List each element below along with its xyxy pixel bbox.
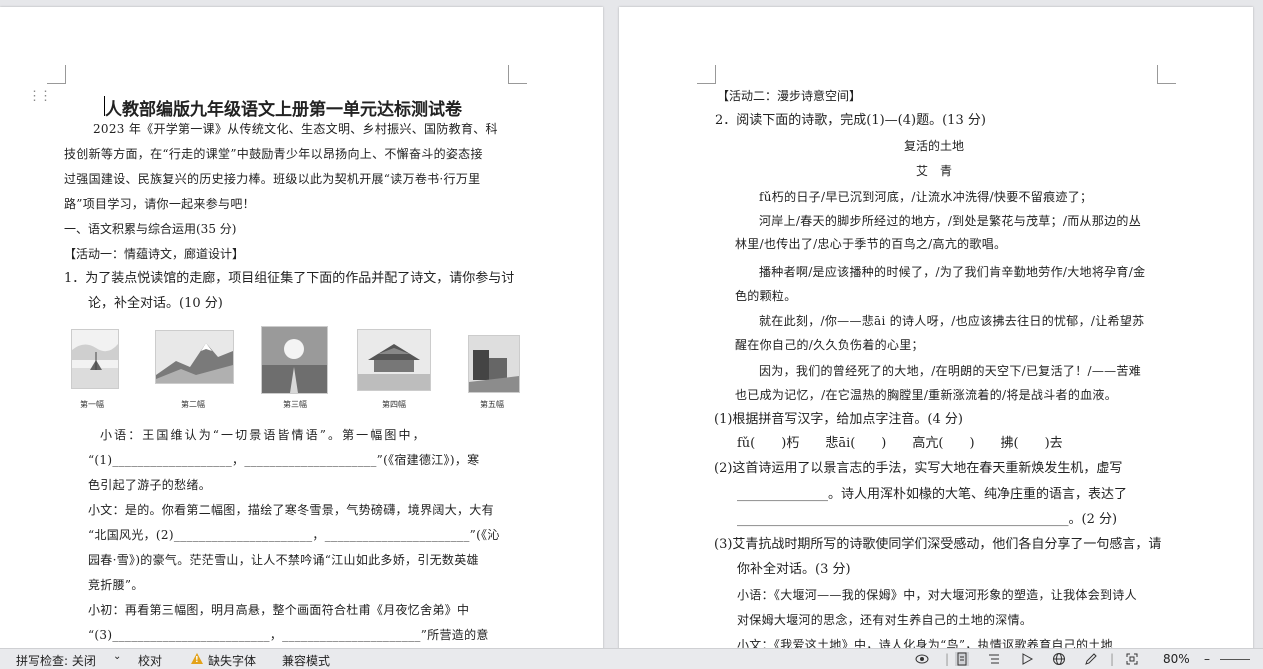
question-2: 2．阅读下面的诗歌，完成(1)—(4)题。(13 分) — [715, 113, 986, 128]
image-caption: 第三幅 — [283, 400, 307, 409]
document-workspace[interactable]: ⋮⋮ 人教部编版九年级语文上册第一单元达标测试卷 2023 年《开学第一课》从传… — [0, 0, 1263, 648]
section-heading: 一、语文积累与综合运用(35 分) — [64, 222, 237, 236]
poem-line: 也已成为记忆，/在它温热的胸膛里/重新涨流着的/将是战斗者的血液。 — [735, 388, 1118, 402]
image-caption: 第二幅 — [181, 400, 205, 409]
dialog-line: 小文：《我爱这土地》中，诗人化身为“鸟”，执情讴歌养育自己的土地 — [737, 638, 1113, 648]
pen-icon[interactable] — [1084, 652, 1098, 666]
artwork-image-1 — [71, 329, 119, 389]
eye-icon[interactable] — [915, 652, 929, 666]
poem-line: fǔ朽的日子/早已沉到河底，/让流水冲洗得/快要不留痕迹了； — [759, 190, 1093, 204]
fit-page-icon[interactable] — [1125, 652, 1139, 666]
dialog-line: “北国风光，(2)______________________，________… — [88, 528, 500, 542]
sub-question-2-cont: ______________。诗人用浑朴如椽的大笔、纯净庄重的语言，表达了 — [737, 487, 1128, 502]
dialog-line: “(1)___________________，________________… — [88, 453, 480, 467]
image-caption: 第四幅 — [382, 400, 406, 409]
separator: | — [1110, 652, 1115, 666]
dialog-line: 竞折腰”。 — [88, 578, 144, 592]
document-page-2[interactable]: 【活动二：漫步诗意空间】 2．阅读下面的诗歌，完成(1)—(4)题。(13 分)… — [619, 7, 1253, 648]
play-icon[interactable] — [1020, 652, 1034, 666]
dialog-line: 小语：王国维认为“一切景语皆情语”。第一幅图中， — [100, 428, 427, 442]
poem-line: 因为，我们的曾经死了的大地，/在明朗的天空下/已复活了！/——苦难 — [759, 364, 1142, 378]
pinyin-blanks: fǔ( )朽 悲āi( ) 高亢( ) 拂( )去 — [737, 436, 1063, 451]
intro-line: 2023 年《开学第一课》从传统文化、生态文明、乡村振兴、国防教育、科 — [93, 122, 498, 136]
spell-check-status[interactable]: 拼写检查: 关闭 — [16, 652, 96, 669]
poem-line: 播种者啊/是应该播种的时候了，/为了我们肯辛勤地劳作/大地将孕育/金 — [759, 265, 1146, 279]
poem-line: 河岸上/春天的脚步所经过的地方，/到处是繁花与茂草；/而从那边的丛 — [759, 214, 1142, 228]
poem-line: 醒在你自己的/久久负伤着的心里； — [735, 338, 924, 352]
margin-corner-mark — [508, 65, 527, 84]
image-caption: 第五幅 — [480, 400, 504, 409]
sub-question-3: (3)艾青抗战时期所写的诗歌使同学们深受感动，他们各自分享了一句感言，请 — [714, 537, 1162, 552]
page-view-icon[interactable] — [955, 652, 969, 666]
artwork-image-4 — [357, 329, 431, 391]
outline-view-icon[interactable] — [987, 652, 1001, 666]
artwork-image-2 — [155, 330, 234, 384]
warning-icon: ! — [191, 653, 203, 664]
margin-corner-mark — [47, 65, 66, 84]
sub-question-2-cont: ________________________________________… — [737, 512, 1118, 527]
artwork-image-3 — [261, 326, 328, 394]
dialog-line: 对保姆大堰河的思念，还有对生养自己的土地的深情。 — [737, 613, 1033, 627]
image-caption: 第一幅 — [80, 400, 104, 409]
zoom-out-button[interactable]: – — [1204, 652, 1210, 666]
question-1: 1．为了装点悦读馆的走廊，项目组征集了下面的作品并配了诗文，请你参与讨 — [64, 271, 515, 286]
intro-line: 路”项目学习，请你一起来参与吧！ — [64, 197, 255, 211]
zoom-level[interactable]: 80% — [1163, 652, 1190, 666]
sub-question-1: (1)根据拼音写汉字，给加点字注音。(4 分) — [714, 412, 963, 427]
poem-author: 艾 青 — [916, 164, 953, 178]
activity-heading: 【活动一：情蕴诗文，廊道设计】 — [64, 247, 245, 261]
poem-line: 色的颗粒。 — [735, 289, 797, 303]
sub-question-3-cont: 你补全对话。(3 分) — [737, 562, 851, 577]
chevron-down-icon[interactable]: ⌄ — [113, 651, 121, 662]
dialog-line: 小初：再看第三幅图，明月高悬，整个画面符合杜甫《月夜忆舍弟》中 — [88, 603, 470, 617]
doc-title: 人教部编版九年级语文上册第一单元达标测试卷 — [105, 100, 462, 120]
poem-line: 就在此刻，/你——悲āi 的诗人呀，/也应该拂去往日的忧郁，/让希望苏 — [759, 314, 1145, 328]
dialog-line: 色引起了游子的愁绪。 — [88, 478, 212, 492]
sub-question-2: (2)这首诗运用了以景言志的手法，实写大地在春天重新焕发生机，虚写 — [714, 461, 1123, 476]
dialog-line: 小语：《大堰河——我的保姆》中，对大堰河形象的塑造，让我体会到诗人 — [737, 588, 1137, 602]
web-view-icon[interactable] — [1052, 652, 1066, 666]
missing-font-button[interactable]: 缺失字体 — [208, 652, 256, 669]
status-bar: 拼写检查: 关闭 ⌄ 校对 ! 缺失字体 兼容模式 | | 80% – — [0, 648, 1263, 669]
poem-line: 林里/也传出了/忠心于季节的百鸟之/高亢的歌唱。 — [735, 237, 1007, 251]
dialog-line: 园春·雪》)的豪气。茫茫雪山，让人不禁吟诵“江山如此多娇，引无数英雄 — [88, 553, 479, 567]
dialog-line: 小文：是的。你看第二幅图，描绘了寒冬雪景，气势磅礴，境界阔大，大有 — [88, 503, 494, 517]
intro-line: 技创新等方面，在“行走的课堂”中鼓励青少年以昂扬向上、不懈奋斗的姿态接 — [64, 147, 483, 161]
poem-title: 复活的土地 — [904, 139, 965, 153]
activity-heading: 【活动二：漫步诗意空间】 — [717, 89, 862, 103]
document-page-1[interactable]: ⋮⋮ 人教部编版九年级语文上册第一单元达标测试卷 2023 年《开学第一课》从传… — [0, 7, 603, 648]
dialog-line: “(3)_________________________，__________… — [88, 628, 489, 642]
margin-corner-mark — [1157, 65, 1176, 84]
artwork-image-5 — [468, 335, 520, 393]
drag-handle-icon[interactable]: ⋮⋮ — [28, 90, 52, 103]
compatibility-mode-label: 兼容模式 — [282, 654, 331, 668]
question-1-cont: 论，补全对话。(10 分) — [88, 296, 223, 311]
proofread-button[interactable]: 校对 — [138, 652, 162, 669]
margin-corner-mark — [697, 65, 716, 84]
zoom-slider[interactable] — [1220, 659, 1250, 660]
intro-line: 过强国建设、民族复兴的历史接力棒。班级以此为契机开展“读万卷书·行万里 — [64, 172, 481, 186]
separator: | — [945, 652, 950, 666]
